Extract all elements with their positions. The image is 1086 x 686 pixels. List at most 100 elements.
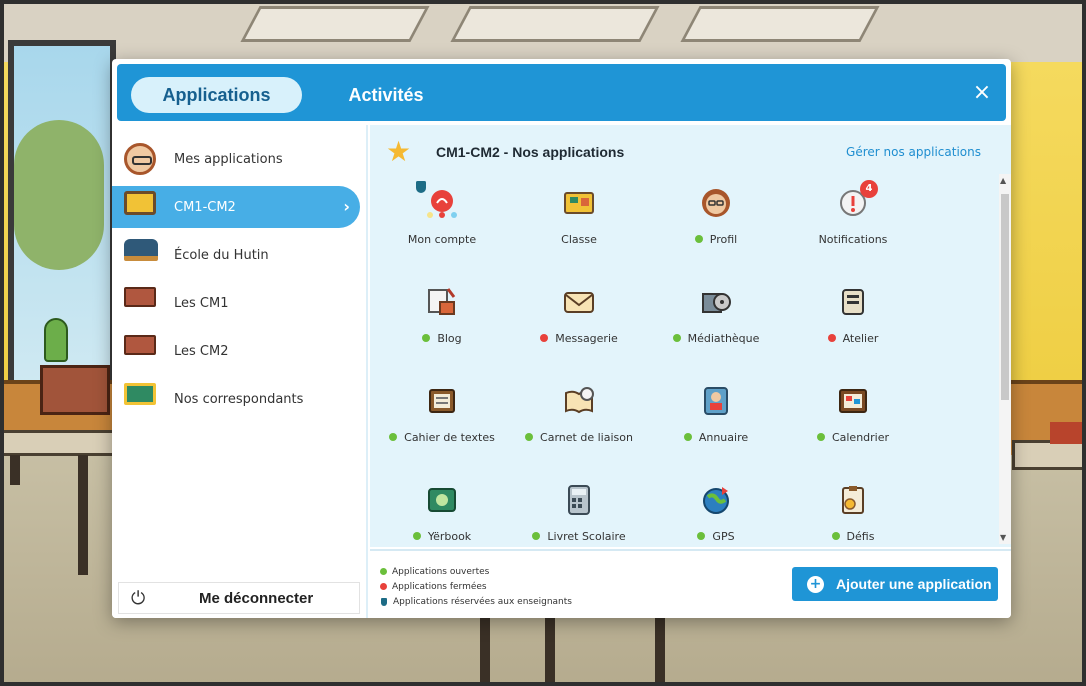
- app-notifications[interactable]: 4 Notifications: [783, 180, 923, 261]
- status-dot-open: [422, 334, 431, 342]
- legend-open: Applications ouvertes: [380, 564, 572, 579]
- app-gps[interactable]: GPS: [646, 478, 786, 558]
- app-label: Messagerie: [509, 332, 649, 345]
- table: [0, 430, 120, 456]
- sidebar-item-cm1-cm2[interactable]: CM1-CM2 ›: [112, 186, 360, 228]
- red-object: [1050, 422, 1086, 444]
- status-dot-open: [412, 532, 421, 540]
- directory-icon: [704, 387, 728, 415]
- app-label: Défis: [783, 530, 923, 543]
- status-dot-open: [683, 433, 692, 441]
- status-dot-open: [389, 433, 398, 441]
- app-label: Médiathèque: [646, 332, 786, 345]
- page-title: CM1-CM2 - Nos applications: [436, 144, 625, 160]
- blog-icon: [428, 288, 456, 315]
- plus-icon: +: [807, 575, 824, 593]
- app-annuaire[interactable]: Annuaire: [646, 379, 786, 459]
- power-icon: ⏻: [131, 587, 146, 609]
- footer: Applications ouvertes Applications fermé…: [370, 549, 1011, 618]
- status-dot-open: [697, 532, 706, 540]
- app-label: Annuaire: [646, 431, 786, 444]
- app-mediatheque[interactable]: Médiathèque: [646, 280, 786, 360]
- scroll-down-arrow-icon[interactable]: ▼: [1000, 533, 1006, 542]
- app-label: Blog: [372, 332, 512, 345]
- classboard-icon: [564, 192, 594, 214]
- sidebar-item-les-cm2[interactable]: Les CM2: [112, 330, 360, 372]
- app-classe[interactable]: Classe: [509, 181, 649, 261]
- app-label: Profil: [646, 233, 786, 246]
- logout-button[interactable]: ⏻ Me déconnecter: [118, 582, 360, 614]
- app-label: Livret Scolaire: [509, 530, 649, 543]
- app-livret-scolaire[interactable]: Livret Scolaire: [509, 478, 649, 558]
- calculator-icon: [568, 485, 590, 515]
- applications-panel: ★ CM1-CM2 - Nos applications Gérer nos a…: [370, 125, 1011, 547]
- sidebar-item-label: Les CM2: [174, 343, 229, 359]
- sidebar-item-label: Les CM1: [174, 295, 229, 311]
- school-icon: [124, 239, 162, 271]
- app-messagerie[interactable]: Messagerie: [509, 280, 649, 360]
- app-label: Classe: [561, 233, 597, 246]
- app-label: Yërbook: [372, 530, 512, 543]
- tab-activites[interactable]: Activités: [341, 77, 431, 113]
- app-label: GPS: [646, 530, 786, 543]
- media-icon: [702, 293, 731, 313]
- app-label: Cahier de textes: [372, 431, 512, 444]
- app-label: Notifications: [818, 233, 888, 246]
- star-icon: ★: [386, 135, 412, 168]
- app-cahier-de-textes[interactable]: Cahier de textes: [372, 379, 512, 459]
- close-button[interactable]: ×: [970, 81, 994, 105]
- scrollbar[interactable]: ▲ ▼: [999, 174, 1011, 544]
- scroll-up-arrow-icon[interactable]: ▲: [1000, 176, 1006, 185]
- desks-icon: [124, 287, 162, 319]
- legend: Applications ouvertes Applications fermé…: [380, 564, 572, 609]
- sidebar: Mes applications CM1-CM2 › École du Huti…: [112, 125, 368, 618]
- textbook-icon: [429, 389, 455, 413]
- chair: [40, 365, 110, 415]
- avatar-icon: [124, 143, 162, 175]
- app-atelier[interactable]: Atelier: [783, 280, 923, 360]
- status-dot-open: [525, 433, 534, 441]
- logout-label: Me déconnecter: [199, 589, 314, 607]
- status-dot-open: [831, 532, 840, 540]
- applications-dialog: Applications Activités × Mes application…: [112, 59, 1011, 618]
- sidebar-item-label: Nos correspondants: [174, 391, 304, 407]
- notification-badge: 4: [860, 180, 878, 198]
- app-blog[interactable]: Blog: [372, 280, 512, 360]
- app-profil[interactable]: Profil: [646, 181, 786, 261]
- dinosaur-toy: [44, 318, 68, 362]
- sidebar-item-les-cm1[interactable]: Les CM1: [112, 282, 360, 324]
- legend-closed: Applications fermées: [380, 579, 572, 594]
- tab-applications[interactable]: Applications: [131, 77, 302, 113]
- sidebar-item-ecole-du-hutin[interactable]: École du Hutin: [112, 234, 360, 276]
- app-yerbook[interactable]: Yërbook: [372, 478, 512, 558]
- scrollbar-thumb[interactable]: [1001, 194, 1009, 400]
- green-dot-icon: [380, 568, 387, 575]
- challenge-icon: [842, 486, 864, 514]
- sidebar-item-label: École du Hutin: [174, 247, 269, 263]
- app-label: Atelier: [783, 332, 923, 345]
- globe-icon: [703, 487, 729, 514]
- sidebar-item-label: CM1-CM2: [174, 199, 236, 215]
- manage-applications-link[interactable]: Gérer nos applications: [846, 145, 981, 159]
- status-dot-open: [816, 433, 825, 441]
- legend-teacher: Applications réservées aux enseignants: [380, 594, 572, 609]
- notebook-icon: [565, 387, 594, 414]
- shield-icon: [381, 597, 387, 606]
- desks-icon: [124, 335, 162, 367]
- table: [1012, 440, 1086, 470]
- app-mon-compte[interactable]: Mon compte: [372, 181, 512, 261]
- status-dot-closed: [540, 334, 549, 342]
- tree: [14, 120, 104, 270]
- app-calendrier[interactable]: Calendrier: [783, 379, 923, 459]
- app-carnet-de-liaison[interactable]: Carnet de liaison: [509, 379, 649, 459]
- app-defis[interactable]: Défis: [783, 478, 923, 558]
- status-dot-open: [694, 235, 703, 243]
- correspondents-icon: [124, 383, 162, 415]
- yearbook-icon: [428, 488, 456, 512]
- account-icon: [427, 190, 457, 218]
- sidebar-item-nos-correspondants[interactable]: Nos correspondants: [112, 378, 360, 420]
- panel-header: ★ CM1-CM2 - Nos applications: [386, 137, 624, 167]
- sidebar-item-mes-applications[interactable]: Mes applications: [112, 138, 360, 180]
- add-application-button[interactable]: + Ajouter une application: [792, 567, 998, 601]
- sidebar-item-label: Mes applications: [174, 151, 283, 167]
